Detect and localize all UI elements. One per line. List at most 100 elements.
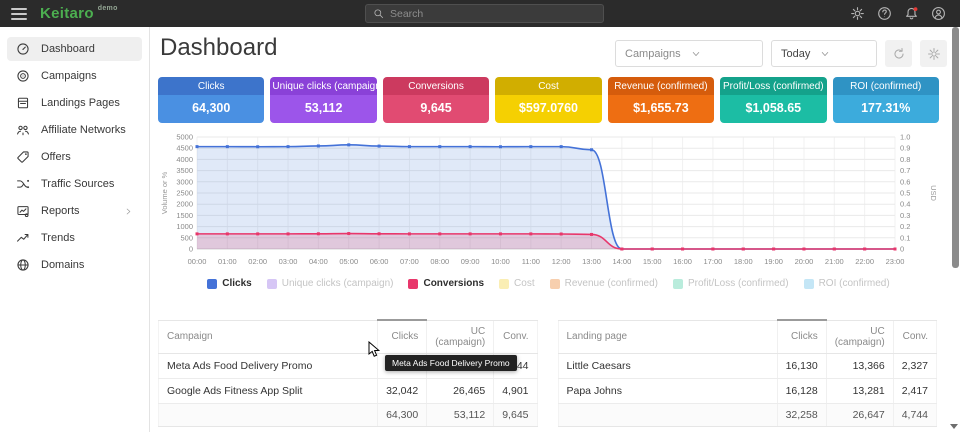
scrollbar-thumb[interactable] <box>952 27 959 268</box>
logo-demo-badge: demo <box>98 5 118 12</box>
legend-item-cost[interactable]: Cost <box>499 278 535 289</box>
tag-icon <box>16 150 30 164</box>
legend-item-clicks[interactable]: Clicks <box>207 278 251 289</box>
table-row[interactable]: Papa Johns16,12813,2812,417 <box>558 378 937 403</box>
sidebar-item-trends[interactable]: Trends <box>7 226 142 250</box>
stat-card-label: Cost <box>495 77 601 95</box>
legend-swatch <box>408 279 418 289</box>
column-header-landing-page[interactable]: Landing page <box>558 320 777 353</box>
stat-card-roi-confirmed[interactable]: ROI (confirmed)177.31% <box>833 77 939 123</box>
scrollbar-down-arrow[interactable] <box>950 424 958 429</box>
stat-card-revenue-confirmed[interactable]: Revenue (confirmed)$1,655.73 <box>608 77 714 123</box>
svg-text:18:00: 18:00 <box>734 257 753 266</box>
total-cell: 64,300 <box>378 403 427 426</box>
column-header-uc-campaign[interactable]: UC (campaign) <box>427 320 494 353</box>
legend-swatch <box>499 279 509 289</box>
page-title: Dashboard <box>160 34 277 62</box>
sidebar-item-traffic-sources[interactable]: Traffic Sources <box>7 172 142 196</box>
help-icon[interactable] <box>877 6 892 21</box>
notification-bell-icon[interactable] <box>904 6 919 21</box>
legend-swatch <box>207 279 217 289</box>
traffic-chart[interactable]: 0500100015002000250030003500400045005000… <box>158 131 941 271</box>
svg-text:23:00: 23:00 <box>886 257 905 266</box>
app-logo[interactable]: Keitaro demo <box>40 5 118 22</box>
campaigns-filter-select[interactable]: Campaigns <box>615 40 763 67</box>
gear-icon <box>927 47 941 61</box>
sidebar-item-reports[interactable]: Reports <box>7 199 142 223</box>
sidebar-item-offers[interactable]: Offers <box>7 145 142 169</box>
sidebar-item-domains[interactable]: Domains <box>7 253 142 277</box>
legend-label: Unique clicks (campaign) <box>282 278 394 289</box>
stat-card-label: Profit/Loss (confirmed) <box>720 77 826 95</box>
legend-item-conversions[interactable]: Conversions <box>408 278 484 289</box>
hamburger-menu-icon[interactable] <box>11 5 27 23</box>
column-header-conv[interactable]: Conv. <box>494 320 537 353</box>
column-header-uc-campaign[interactable]: UC (campaign) <box>826 320 893 353</box>
column-header-campaign[interactable]: Campaign <box>159 320 378 353</box>
settings-gear-icon[interactable] <box>850 6 865 21</box>
campaigns-filter-label: Campaigns <box>625 48 681 60</box>
row-value-cell: 26,465 <box>427 378 494 403</box>
sidebar-item-label: Trends <box>41 232 75 244</box>
svg-text:0.5: 0.5 <box>900 189 910 198</box>
dashboard-settings-button[interactable] <box>920 40 947 67</box>
svg-text:0.1: 0.1 <box>900 233 910 242</box>
legend-label: Cost <box>514 278 535 289</box>
svg-text:13:00: 13:00 <box>582 257 601 266</box>
sidebar-item-landings-pages[interactable]: Landings Pages <box>7 91 142 115</box>
logo-text: Keitaro <box>40 5 94 22</box>
svg-text:01:00: 01:00 <box>218 257 237 266</box>
total-cell: 26,647 <box>826 403 893 426</box>
column-header-clicks[interactable]: Clicks <box>378 320 427 353</box>
svg-text:0.6: 0.6 <box>900 177 910 186</box>
table-row[interactable]: Little Caesars16,13013,3662,327 <box>558 353 937 378</box>
user-avatar-icon[interactable] <box>931 6 946 21</box>
row-name-cell[interactable]: Little Caesars <box>558 353 777 378</box>
svg-text:07:00: 07:00 <box>400 257 419 266</box>
row-tooltip: Meta Ads Food Delivery Promo <box>385 355 517 371</box>
svg-text:03:00: 03:00 <box>279 257 298 266</box>
svg-text:1000: 1000 <box>176 222 193 231</box>
trend-icon <box>16 231 30 245</box>
search-input[interactable] <box>390 8 596 20</box>
svg-text:4000: 4000 <box>176 155 193 164</box>
row-name-cell[interactable]: Meta Ads Food Delivery Promo <box>159 353 378 378</box>
stat-card-label: Clicks <box>158 77 264 95</box>
column-header-conv[interactable]: Conv. <box>893 320 936 353</box>
stat-card-profit-loss-confirmed[interactable]: Profit/Loss (confirmed)$1,058.65 <box>720 77 826 123</box>
globe-icon <box>16 258 30 272</box>
svg-text:0: 0 <box>900 245 904 254</box>
svg-text:08:00: 08:00 <box>430 257 449 266</box>
chart-legend: Clicks Unique clicks (campaign) Conversion… <box>158 278 939 289</box>
legend-label: Revenue (confirmed) <box>565 278 658 289</box>
search-bar[interactable] <box>365 4 604 23</box>
sidebar-item-campaigns[interactable]: Campaigns <box>7 64 142 88</box>
legend-item-unique-clicks-campaign[interactable]: Unique clicks (campaign) <box>267 278 394 289</box>
legend-label: Profit/Loss (confirmed) <box>688 278 789 289</box>
legend-item-revenue-confirmed[interactable]: Revenue (confirmed) <box>550 278 658 289</box>
stat-card-conversions[interactable]: Conversions9,645 <box>383 77 489 123</box>
stat-card-label: Revenue (confirmed) <box>608 77 714 95</box>
row-name-cell[interactable]: Google Ads Fitness App Split <box>159 378 378 403</box>
stat-card-clicks[interactable]: Clicks64,300 <box>158 77 264 123</box>
table-row[interactable]: Google Ads Fitness App Split32,04226,465… <box>159 378 538 403</box>
row-value-cell: 32,042 <box>378 378 427 403</box>
column-header-clicks[interactable]: Clicks <box>777 320 826 353</box>
legend-item-profit-loss-confirmed[interactable]: Profit/Loss (confirmed) <box>673 278 789 289</box>
stat-card-cost[interactable]: Cost$597.0760 <box>495 77 601 123</box>
sidebar-item-dashboard[interactable]: Dashboard <box>7 37 142 61</box>
svg-text:1.0: 1.0 <box>900 133 910 142</box>
svg-text:0.3: 0.3 <box>900 211 910 220</box>
row-name-cell[interactable]: Papa Johns <box>558 378 777 403</box>
row-value-cell: 13,366 <box>826 353 893 378</box>
refresh-button[interactable] <box>885 40 912 67</box>
svg-text:1500: 1500 <box>176 211 193 220</box>
users-icon <box>16 123 30 137</box>
date-range-select[interactable]: Today <box>771 40 877 67</box>
total-cell: 9,645 <box>494 403 537 426</box>
legend-item-roi-confirmed[interactable]: ROI (confirmed) <box>804 278 890 289</box>
total-cell <box>159 403 378 426</box>
sidebar-item-affiliate-networks[interactable]: Affiliate Networks <box>7 118 142 142</box>
svg-text:22:00: 22:00 <box>855 257 874 266</box>
stat-card-unique-clicks-campaign[interactable]: Unique clicks (campaign)53,112 <box>270 77 376 123</box>
